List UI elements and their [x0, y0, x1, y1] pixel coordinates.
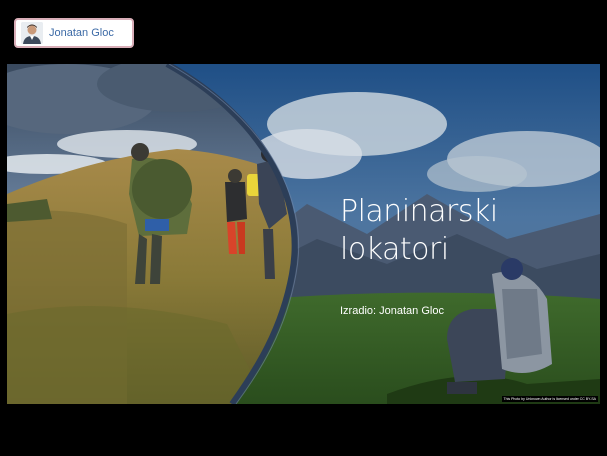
slide-title-line-2: lokatori	[340, 232, 449, 267]
person-avatar-icon	[21, 22, 43, 44]
photo-credit[interactable]: This Photo by Unknown Author is licensed…	[501, 396, 598, 402]
presenter-tag[interactable]: Jonatan Gloc	[14, 18, 134, 48]
slide-subtitle[interactable]: Izradio: Jonatan Gloc	[340, 305, 444, 317]
title-slide: Planinarski lokatori Izradio: Jonatan Gl…	[7, 64, 600, 404]
slide-title-line-1: Planinarski	[340, 194, 498, 229]
presentation-window: Jonatan Gloc Planinarski lokatori Izradi…	[0, 0, 607, 456]
presenter-name: Jonatan Gloc	[49, 27, 114, 39]
slide-title[interactable]: Planinarski lokatori	[340, 193, 580, 269]
